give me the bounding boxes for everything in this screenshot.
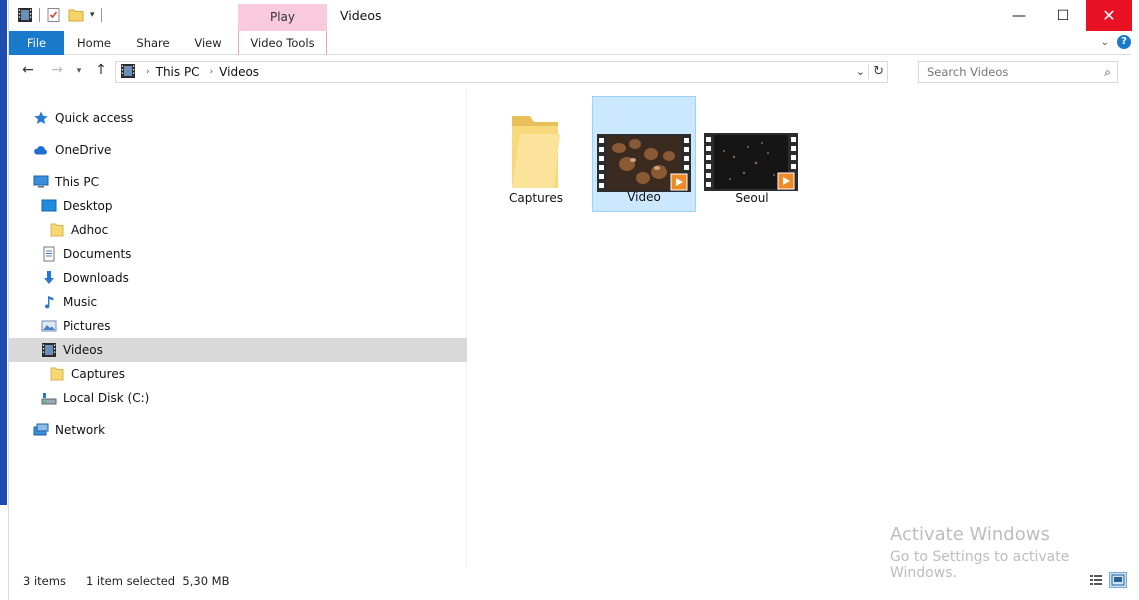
forward-arrow-icon[interactable]: →	[47, 62, 67, 78]
sidebar-item-videos[interactable]: Videos	[9, 338, 467, 362]
sidebar-item-label: OneDrive	[55, 143, 112, 157]
videos-location-icon	[120, 63, 136, 82]
customize-qat-chevron-icon[interactable]: ▾	[90, 10, 95, 20]
folder-icon	[512, 116, 560, 188]
breadcrumb-videos[interactable]: Videos	[219, 65, 259, 79]
drive-icon	[41, 390, 57, 406]
folder-icon	[49, 222, 65, 238]
address-dropdown-chevron-icon[interactable]: ⌄	[856, 65, 865, 78]
sidebar-item-downloads[interactable]: Downloads	[41, 266, 129, 290]
activate-windows-watermark: Activate Windows Go to Settings to activ…	[890, 524, 1139, 581]
refresh-icon[interactable]: ↻	[868, 64, 884, 79]
title-bar: ▾ Play Videos — ☐ ✕	[9, 0, 1132, 31]
breadcrumb-chevron-icon[interactable]: ›	[146, 67, 150, 77]
video-thumbnail-icon	[704, 133, 798, 191]
videos-icon	[41, 342, 57, 358]
sidebar-item-label: This PC	[55, 175, 99, 189]
sidebar-item-label: Videos	[63, 343, 103, 357]
sidebar-item-desktop[interactable]: Desktop	[41, 194, 113, 218]
back-arrow-icon[interactable]: ←	[18, 62, 38, 78]
maximize-button[interactable]: ☐	[1040, 0, 1086, 31]
sidebar-item-music[interactable]: Music	[41, 290, 97, 314]
tab-share[interactable]: Share	[130, 31, 176, 55]
sidebar-item-documents[interactable]: Documents	[41, 242, 131, 266]
search-icon[interactable]: ⌕	[1104, 65, 1111, 80]
computer-icon	[33, 174, 49, 190]
explorer-window: ▾ Play Videos — ☐ ✕ File Home Share View…	[8, 0, 1132, 600]
documents-icon	[41, 246, 57, 262]
sidebar-item-local-disk[interactable]: Local Disk (C:)	[41, 386, 149, 410]
file-item-captures[interactable]: Captures	[484, 96, 588, 212]
file-name: Seoul	[735, 191, 769, 205]
breadcrumb-this-pc[interactable]: This PC	[156, 65, 200, 79]
file-name: Video	[627, 190, 661, 204]
tab-view[interactable]: View	[187, 31, 229, 55]
file-list: Captures Video Seoul	[468, 90, 1132, 566]
sidebar-item-label: Adhoc	[71, 223, 109, 237]
watermark-title: Activate Windows	[890, 524, 1050, 545]
file-name: Captures	[509, 191, 563, 205]
navigation-pane: Quick access OneDrive This PC Desktop Ad…	[9, 90, 467, 566]
ribbon-controls: ⌄ ?	[1101, 35, 1131, 49]
new-folder-icon[interactable]	[68, 7, 84, 23]
sidebar-item-label: Local Disk (C:)	[63, 391, 150, 405]
sidebar-item-pictures[interactable]: Pictures	[41, 314, 111, 338]
sidebar-item-label: Network	[55, 423, 106, 437]
quick-access-toolbar: ▾	[17, 7, 102, 23]
search-input[interactable]	[919, 65, 1089, 79]
window-title: Videos	[340, 8, 382, 23]
watermark-subtitle: Go to Settings to activate Windows.	[890, 549, 1070, 581]
folder-icon	[49, 366, 65, 382]
sidebar-item-captures[interactable]: Captures	[49, 362, 125, 386]
file-item-seoul[interactable]: Seoul	[700, 96, 804, 212]
tab-video-tools[interactable]: Video Tools	[238, 31, 327, 55]
sidebar-item-label: Pictures	[63, 319, 111, 333]
tab-home[interactable]: Home	[71, 31, 117, 55]
expand-ribbon-chevron-icon[interactable]: ⌄	[1101, 37, 1109, 48]
ribbon-tabs: File Home Share View Video Tools ⌄ ?	[9, 31, 1131, 55]
properties-icon[interactable]	[46, 7, 62, 23]
close-icon: ✕	[1102, 6, 1116, 25]
tab-file[interactable]: File	[9, 31, 64, 55]
pictures-icon	[41, 318, 57, 334]
sidebar-item-label: Documents	[63, 247, 132, 261]
desktop-icon	[41, 198, 57, 214]
search-box[interactable]: ⌕	[918, 61, 1118, 83]
desktop-edge	[0, 0, 8, 600]
sidebar-item-onedrive[interactable]: OneDrive	[33, 138, 111, 162]
context-tab-play[interactable]: Play	[238, 4, 327, 31]
sidebar-item-quick-access[interactable]: Quick access	[33, 106, 133, 130]
sidebar-item-label: Music	[63, 295, 98, 309]
selection-info: 1 item selected 5,30 MB	[85, 574, 230, 588]
videos-app-icon[interactable]	[17, 7, 33, 23]
video-thumbnail-icon	[597, 134, 691, 192]
sidebar-item-adhoc[interactable]: Adhoc	[49, 218, 108, 242]
breadcrumb-chevron-icon[interactable]: ›	[210, 67, 214, 77]
up-arrow-icon[interactable]: ↑	[91, 62, 111, 78]
star-icon	[33, 110, 49, 126]
sidebar-item-network[interactable]: Network	[33, 418, 105, 442]
minimize-icon: —	[1012, 7, 1026, 24]
cloud-icon	[33, 142, 49, 158]
close-button[interactable]: ✕	[1086, 0, 1132, 31]
sidebar-item-label: Quick access	[55, 111, 134, 125]
music-icon	[41, 294, 57, 310]
maximize-icon: ☐	[1056, 7, 1070, 24]
qat-separator	[39, 8, 40, 22]
sidebar-item-this-pc[interactable]: This PC	[33, 170, 99, 194]
help-icon[interactable]: ?	[1117, 35, 1131, 49]
qat-separator	[100, 8, 102, 22]
file-item-video[interactable]: Video	[592, 96, 696, 212]
sidebar-item-label: Desktop	[63, 199, 113, 213]
minimize-button[interactable]: —	[996, 0, 1042, 31]
network-icon	[33, 422, 49, 438]
sidebar-item-label: Downloads	[63, 271, 129, 285]
recent-locations-chevron-icon[interactable]: ▾	[69, 66, 89, 76]
navigation-bar: ← → ▾ ↑ › This PC › Videos ⌄ ↻ ⌕	[9, 58, 1131, 86]
address-bar[interactable]: › This PC › Videos ⌄ ↻	[115, 61, 888, 83]
item-count: 3 items	[23, 574, 66, 588]
sidebar-item-label: Captures	[71, 367, 125, 381]
desktop-background	[0, 0, 7, 505]
download-icon	[41, 270, 57, 286]
